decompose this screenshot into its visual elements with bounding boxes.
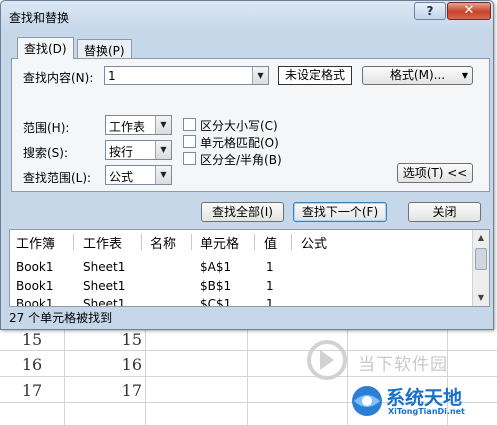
result-sheet[interactable]: Sheet1 [83,297,125,306]
watermark-text: 当下软件园 [358,355,448,375]
watermark-logo-icon [307,340,347,380]
find-all-button[interactable]: 查找全部(I) [201,202,284,222]
chevron-down-icon[interactable]: ▼ [155,116,171,134]
column-divider[interactable] [73,234,74,250]
result-workbook[interactable]: Book1 [16,279,54,293]
look-in-value: 公式 [109,170,134,184]
watermark-bottom: 系统天地 XiTongTianDi.net [348,380,497,425]
result-cell[interactable]: $C$1 [200,297,231,306]
scrollbar-thumb[interactable] [475,248,487,270]
options-button[interactable]: 选项(T) << [397,163,473,183]
column-header-workbook[interactable]: 工作簿 [16,230,55,254]
results-list[interactable]: 工作簿 工作表 名称 单元格 值 公式 Book1 Sheet1 $A$1 1 … [9,229,490,307]
close-window-button[interactable]: ✕ [447,2,491,20]
look-in-select[interactable]: 公式 ▼ [105,165,172,185]
watermark-globe-icon [352,386,382,416]
watermark-text: 系统天地 [386,387,463,409]
column-divider[interactable] [191,234,192,250]
dialog-title: 查找和替换 [9,11,70,25]
scroll-down-icon[interactable]: ▼ [473,290,489,306]
chevron-down-icon[interactable]: ▼ [155,166,171,184]
result-value[interactable]: 1 [266,297,274,306]
find-next-button[interactable]: 查找下一个(F) [293,202,387,222]
cell-value[interactable]: 15 [86,330,142,349]
cell-value[interactable]: 17 [86,381,142,400]
format-button[interactable]: 格式(M)... ▼ [362,66,473,85]
result-workbook[interactable]: Book1 [16,260,54,274]
column-header-name[interactable]: 名称 [150,230,176,254]
title-bar[interactable]: 查找和替换 ? ✕ [1,1,493,31]
find-replace-dialog: 查找和替换 ? ✕ 查找(D) 替换(P) 查找内容(N): 1 ▼ 未设定格式… [0,0,494,330]
cell-value[interactable]: 16 [86,355,142,374]
column-header-cell[interactable]: 单元格 [200,230,239,254]
look-in-label: 查找范围(L): [23,171,92,185]
tab-replace[interactable]: 替换(P) [77,39,132,59]
format-button-label: 格式(M)... [389,68,446,82]
result-sheet[interactable]: Sheet1 [83,260,125,274]
column-divider[interactable] [254,234,255,250]
row-number[interactable]: 17 [4,381,60,400]
status-text: 27 个单元格被找到 [9,311,113,325]
result-cell[interactable]: $B$1 [200,279,231,293]
match-entire-checkbox[interactable] [183,135,196,148]
column-header-value[interactable]: 值 [264,230,277,254]
result-sheet[interactable]: Sheet1 [83,279,125,293]
result-value[interactable]: 1 [266,279,274,293]
search-label: 搜索(S): [23,146,69,160]
scope-value: 工作表 [109,120,146,134]
column-divider[interactable] [291,234,292,250]
find-what-value: 1 [108,69,116,83]
result-value[interactable]: 1 [266,260,274,274]
search-value: 按行 [109,145,134,159]
search-select[interactable]: 按行 ▼ [105,140,172,160]
row-number[interactable]: 15 [4,330,60,349]
chevron-down-icon[interactable]: ▼ [155,141,171,159]
match-entire-label: 单元格匹配(O) [200,136,279,150]
column-header-sheet[interactable]: 工作表 [83,230,122,254]
find-what-input[interactable]: 1 ▼ [104,66,269,85]
results-scrollbar[interactable]: ▲ ▼ [472,230,489,306]
result-cell[interactable]: $A$1 [200,260,231,274]
scope-select[interactable]: 工作表 ▼ [105,115,172,135]
match-case-label: 区分大小写(C) [200,119,278,133]
match-byte-checkbox[interactable] [183,152,196,165]
find-what-label: 查找内容(N): [23,71,94,85]
chevron-down-icon[interactable]: ▼ [252,67,268,84]
format-preview: 未设定格式 [278,66,352,85]
chevron-down-icon: ▼ [461,71,468,80]
scope-label: 范围(H): [23,121,70,135]
column-divider[interactable] [141,234,142,250]
watermark-top: 当下软件园 [300,340,490,380]
row-number[interactable]: 16 [4,355,60,374]
column-header-formula[interactable]: 公式 [301,230,327,254]
close-button[interactable]: 关闭 [408,202,481,222]
tab-find[interactable]: 查找(D) [17,37,74,59]
scroll-up-icon[interactable]: ▲ [473,230,489,246]
result-workbook[interactable]: Book1 [16,297,54,306]
help-button[interactable]: ? [414,2,446,20]
match-byte-label: 区分全/半角(B) [200,153,282,167]
watermark-subtext: XiTongTianDi.net [388,407,465,416]
match-case-checkbox[interactable] [183,118,196,131]
